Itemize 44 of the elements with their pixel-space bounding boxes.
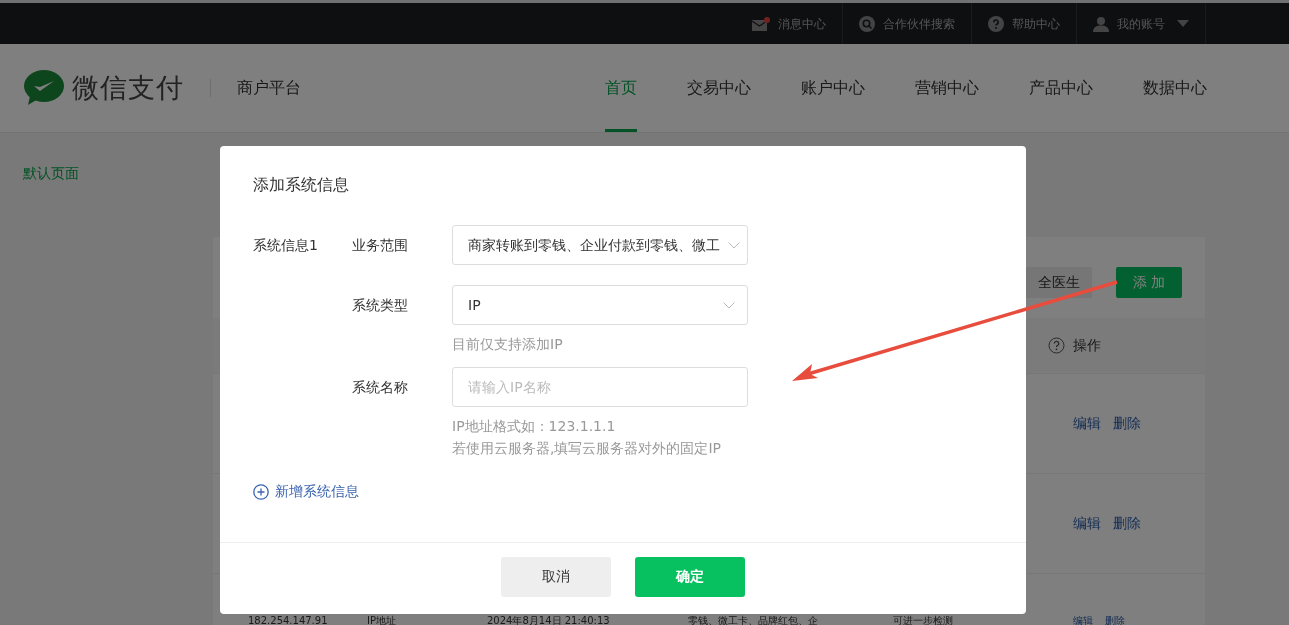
chevron-down-icon — [723, 301, 735, 309]
dialog-title: 添加系统信息 — [252, 174, 350, 196]
field-label: 业务范围 — [352, 235, 409, 255]
hint-text: IP地址格式如：123.1.1.1 — [452, 417, 617, 436]
action-link[interactable]: 编辑 — [1073, 616, 1093, 625]
input-field[interactable]: 请输入IP名称 — [452, 367, 748, 407]
cancel-button[interactable]: 取消 — [501, 556, 611, 597]
help-icon — [988, 15, 1004, 32]
hint-text: 若使用云服务器,填写云服务器对外的固定IP — [452, 439, 723, 458]
search-icon — [859, 15, 875, 32]
help-icon — [1048, 337, 1065, 354]
add-button[interactable]: 添 加 — [1116, 267, 1182, 298]
action-link[interactable]: 删除 — [1113, 413, 1141, 434]
confirm-button[interactable]: 确定 — [635, 556, 745, 597]
logo-icon — [24, 70, 64, 106]
nav-tab[interactable]: 账户中心 — [801, 44, 865, 132]
table-cell-text: 2024年8月14日 21:40:13 — [487, 616, 611, 625]
field-label: 系统类型 — [352, 295, 409, 315]
nav-tab[interactable]: 数据中心 — [1143, 44, 1207, 132]
user-icon — [1093, 15, 1109, 32]
chevron-down-icon — [728, 241, 740, 249]
group-label: 系统信息1 — [253, 235, 319, 255]
table-cell-text: IP地址 — [367, 616, 397, 625]
logo-text: 微信支付 — [72, 70, 184, 105]
action-link[interactable]: 编辑 — [1073, 413, 1101, 434]
nav-tab[interactable]: 产品中心 — [1029, 44, 1093, 132]
field-label: 系统名称 — [352, 377, 409, 397]
action-link[interactable]: 删除 — [1105, 616, 1125, 625]
plus-circle-icon — [253, 483, 269, 500]
table-cell-text: 182.254.147.91 — [248, 616, 329, 625]
nav-tab[interactable]: 营销中心 — [915, 44, 979, 132]
add-system-link[interactable]: 新增系统信息 — [253, 481, 359, 502]
action-link[interactable]: 删除 — [1113, 513, 1141, 534]
table-cell-text: 零钱、微工卡、品牌红包、企 — [688, 616, 819, 625]
sidebar-item[interactable]: 默认页面 — [23, 165, 79, 181]
column-header: 操作 — [1073, 336, 1102, 355]
select-field[interactable]: IP — [452, 285, 748, 325]
action-link[interactable]: 编辑 — [1073, 513, 1101, 534]
nav-tab[interactable]: 交易中心 — [687, 44, 751, 132]
hint-text: 目前仅支持添加IP — [452, 335, 564, 354]
caret-icon — [1177, 20, 1189, 27]
platform-name: 商户平台 — [210, 79, 301, 97]
select-field[interactable]: 商家转账到零钱、企业付款到零钱、微工 — [452, 225, 748, 265]
nav-tab[interactable]: 首页 — [605, 44, 637, 132]
